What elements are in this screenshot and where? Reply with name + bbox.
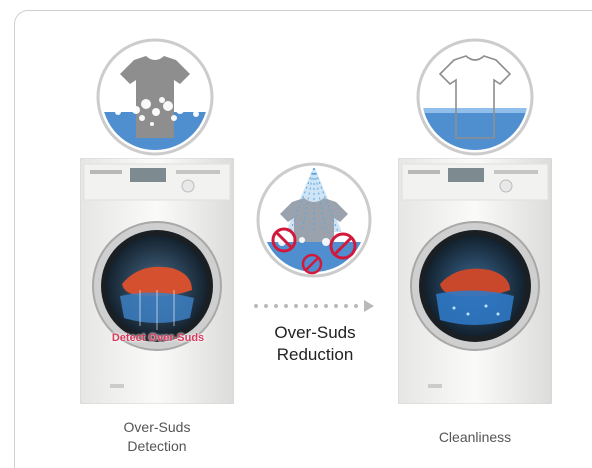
left-caption-line1: Over-Suds xyxy=(123,419,191,435)
drum-label: Detect Over-Suds xyxy=(111,332,205,344)
washer-right xyxy=(398,158,552,404)
process-arrow xyxy=(252,298,380,319)
middle-caption: Over-Suds Reduction xyxy=(250,322,380,366)
middle-caption-line2: Reduction xyxy=(276,345,354,364)
washer-left xyxy=(80,158,234,404)
prohibit-icon xyxy=(270,226,298,259)
right-caption: Cleanliness xyxy=(438,429,512,445)
prohibit-icon xyxy=(300,252,324,281)
left-caption-line2: Detection xyxy=(127,438,187,454)
middle-caption-line1: Over-Suds xyxy=(274,323,356,342)
prohibit-icon xyxy=(327,230,359,267)
left-caption: Over-Suds Detection xyxy=(92,418,222,456)
clean-shirt-icon xyxy=(416,38,534,156)
dirty-shirt-icon xyxy=(96,38,214,156)
